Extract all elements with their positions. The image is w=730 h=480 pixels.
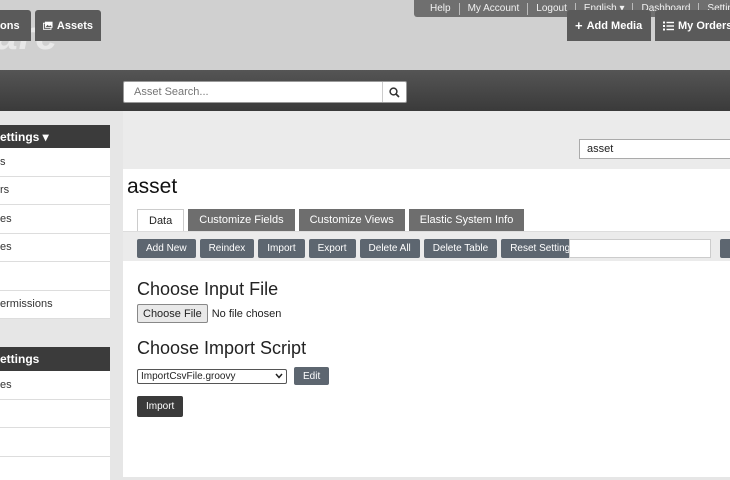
choose-input-file-heading: Choose Input File [137,279,279,299]
help-link[interactable]: Help [414,2,460,15]
sidebar-settings-panel-2: ettings es [0,347,110,480]
import-script-select[interactable]: ImportCsvFile.groovy [137,368,287,384]
sidebar-item[interactable]: es [0,205,110,234]
sidebar-panel-title[interactable]: ettings ▾ [0,125,110,148]
import-submit-button[interactable]: Import [137,396,184,417]
sidebar-settings-panel: ettings ▾ s rs es es ermissions [0,125,110,319]
delete-all-button[interactable]: Delete All [359,239,420,258]
nav-tab-assets-label: Assets [56,19,93,32]
action-buttons: Add New Reindex Import Export Delete All… [137,239,585,258]
filter-input[interactable] [569,239,711,258]
sidebar-item[interactable]: es [0,234,110,262]
chevron-down-icon [275,373,283,379]
sidebar-item-permissions[interactable]: ermissions [0,291,110,319]
my-account-link[interactable]: My Account [460,2,529,15]
sidebar-item[interactable]: s [0,148,110,177]
sidebar-item[interactable] [0,428,110,457]
tab-list: Data Customize Fields Customize Views El… [137,209,525,231]
edit-script-button[interactable]: Edit [294,367,330,385]
my-orders-label: My Orders [678,19,730,32]
tab-data[interactable]: Data [137,209,185,231]
tab-customize-views[interactable]: Customize Views [298,209,405,231]
filter-button[interactable] [720,239,730,258]
script-row: ImportCsvFile.groovy Edit [137,367,330,385]
sidebar-item[interactable]: es [0,371,110,400]
plus-icon: + [575,18,583,33]
add-media-label: Add Media [586,19,643,32]
tab-elastic-system-info[interactable]: Elastic System Info [408,209,525,231]
nav-tab-assets[interactable]: Assets [35,10,101,41]
asset-search-box [123,81,407,103]
import-action-button[interactable]: Import [258,239,305,258]
choose-import-script-heading: Choose Import Script [137,338,307,358]
sidebar-item[interactable] [0,457,110,480]
sidebar-item[interactable] [0,400,110,428]
sidebar-item[interactable]: rs [0,177,110,205]
nav-tab-label: ons [0,19,20,32]
sidebar-panel-2-title: ettings [0,347,110,371]
file-input-row: Choose File No file chosen [137,304,281,323]
choose-file-button[interactable]: Choose File [137,304,208,323]
delete-table-button[interactable]: Delete Table [423,239,498,258]
nav-tab-collections[interactable]: ons [0,10,31,41]
my-orders-button[interactable]: My Orders [655,10,730,41]
reindex-button[interactable]: Reindex [199,239,255,258]
import-script-value: ImportCsvFile.groovy [141,370,236,382]
sidebar-item[interactable] [0,262,110,291]
images-icon [43,21,53,30]
no-file-chosen-text: No file chosen [211,307,282,320]
table-selector[interactable]: asset [579,139,730,159]
main-content: asset asset Data Customize Fields Custom… [123,111,730,477]
list-icon [663,21,674,30]
search-icon [389,86,400,98]
add-media-button[interactable]: + Add Media [567,10,651,41]
search-button[interactable] [382,82,406,102]
add-new-button[interactable]: Add New [137,239,196,258]
asset-search-input[interactable] [124,82,382,102]
page-title: asset [127,175,178,198]
tab-customize-fields[interactable]: Customize Fields [188,209,295,231]
export-button[interactable]: Export [308,239,356,258]
